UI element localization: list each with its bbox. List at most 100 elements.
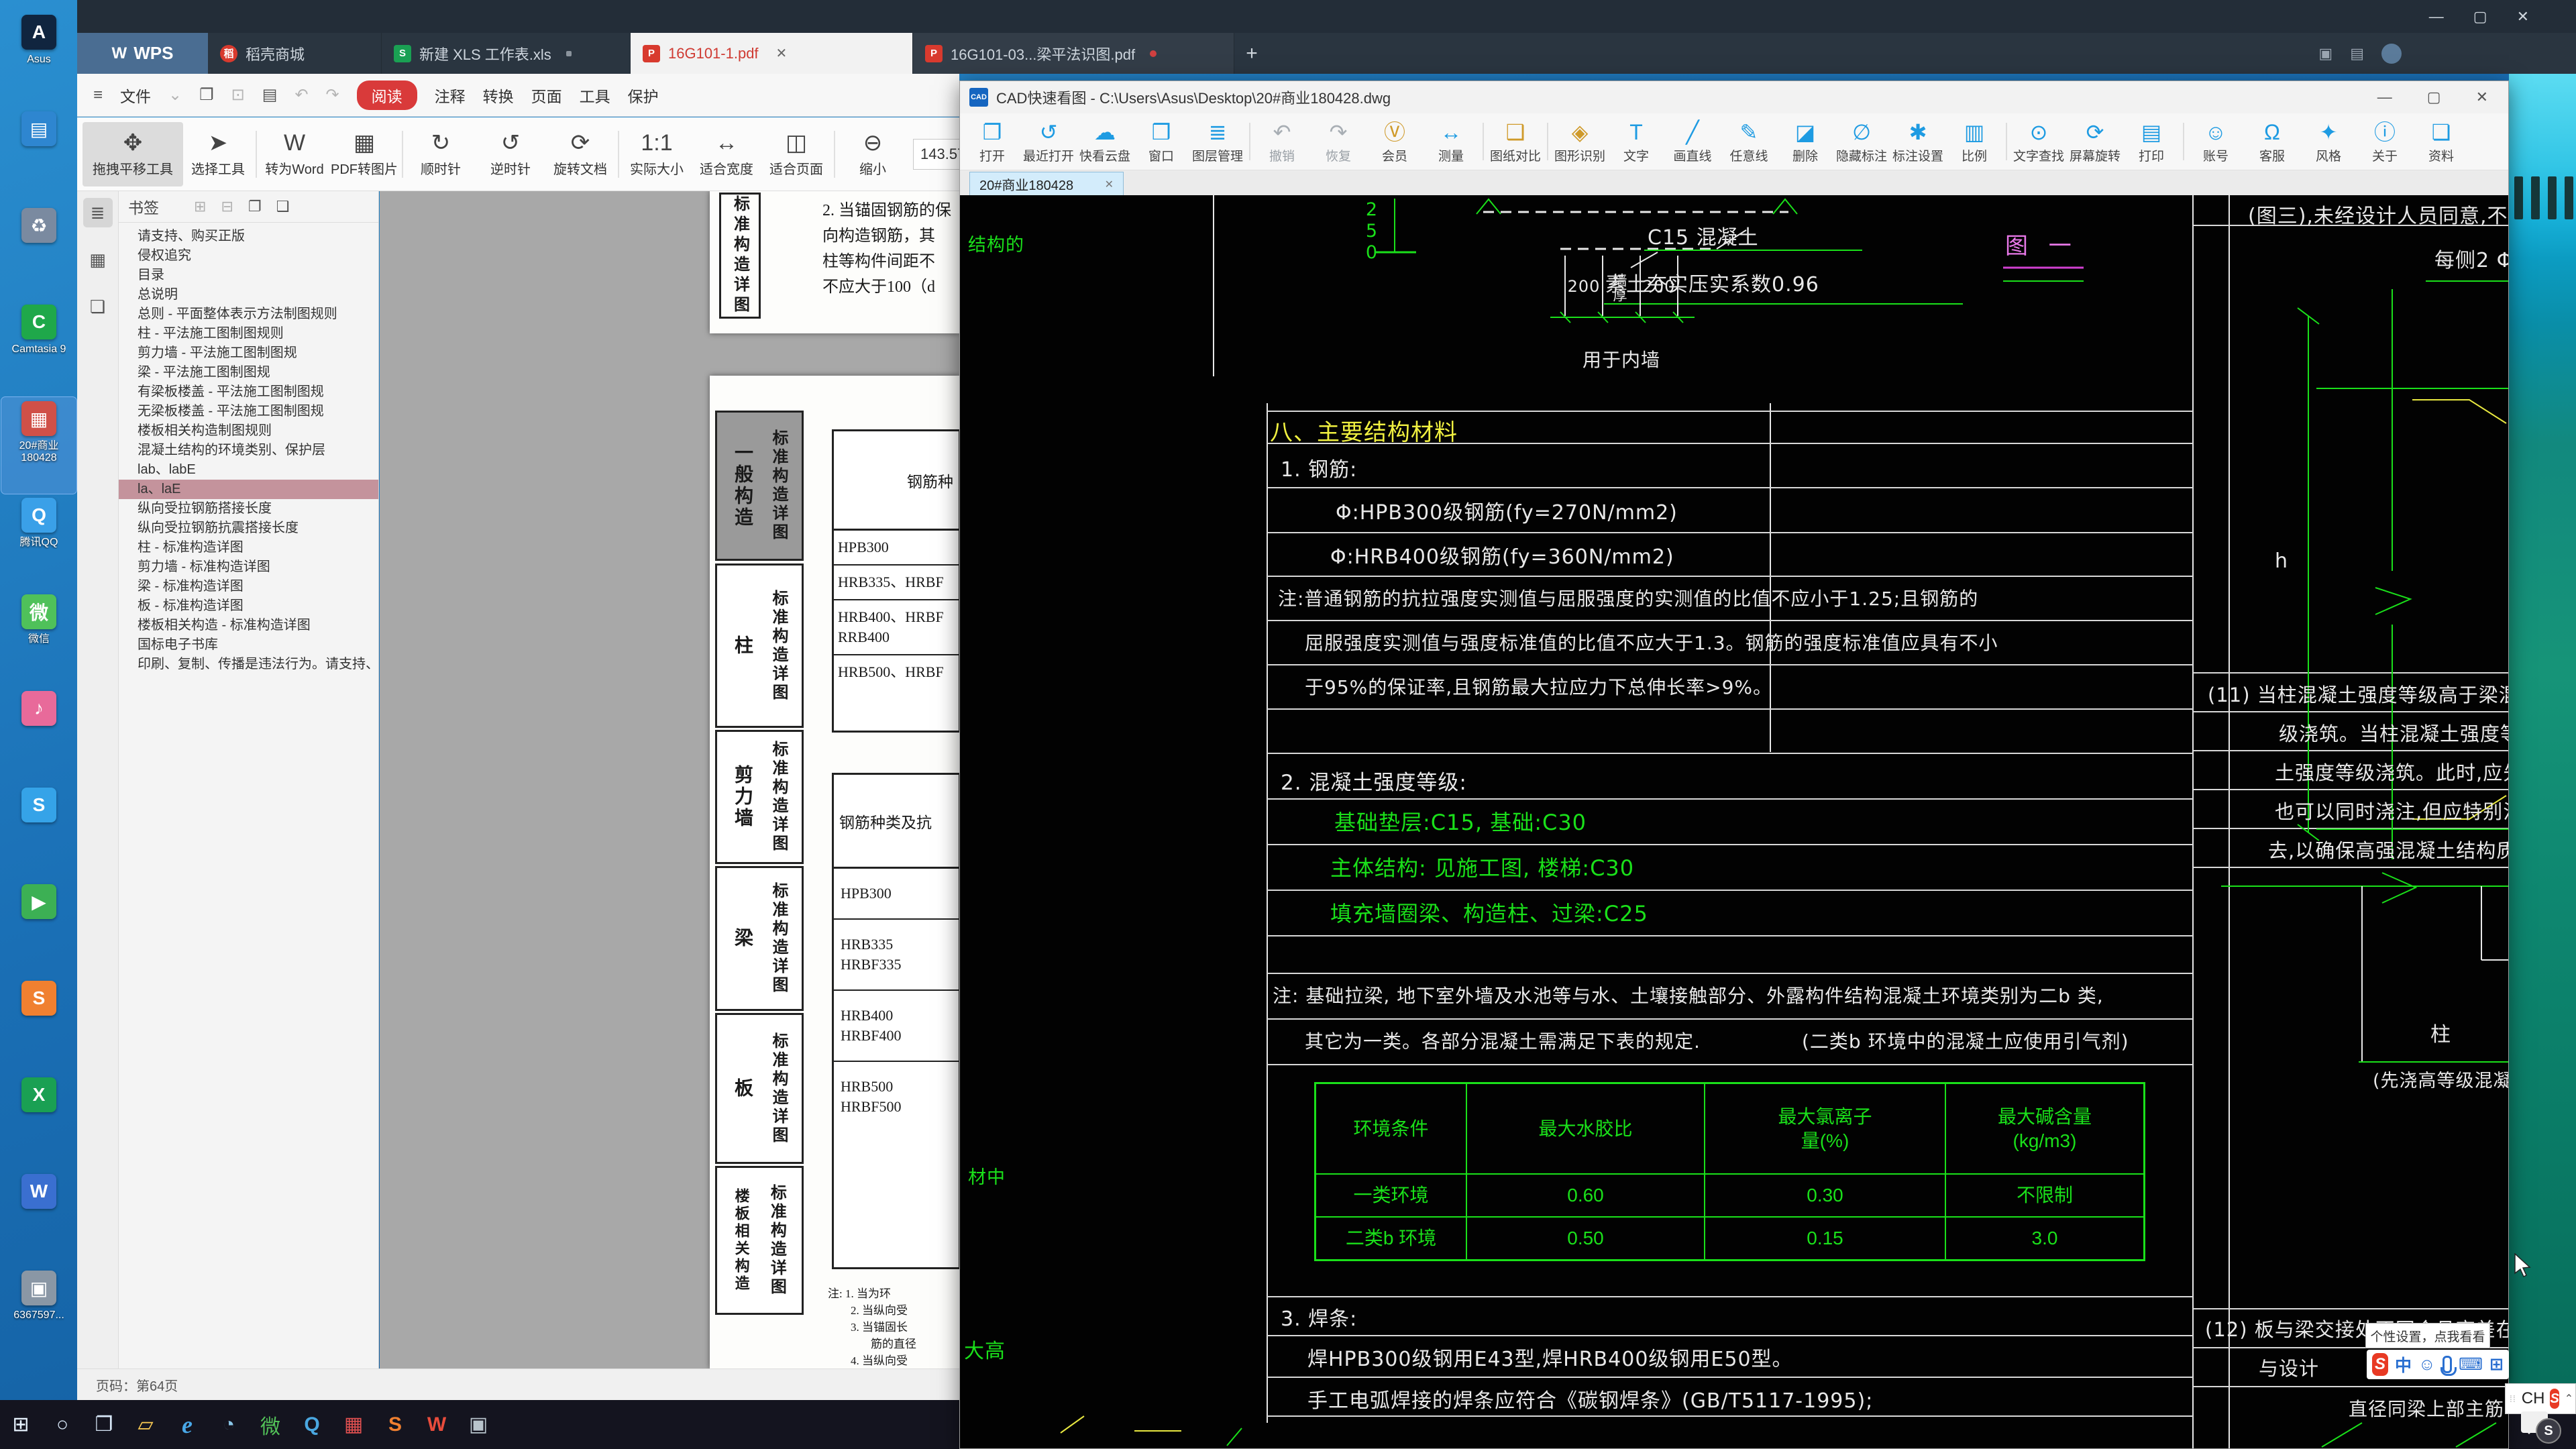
taskbar-icon[interactable]: ◔ [208,1400,250,1449]
taskbar-icon[interactable]: 微 [250,1400,291,1449]
tab-xls[interactable]: S 新建 XLS 工作表.xls [382,33,631,74]
doc-tab-close-icon[interactable]: ✕ [1105,178,1114,191]
save-icon[interactable]: ⊡ [231,85,245,105]
close-icon[interactable]: ✕ [2476,89,2488,106]
desktop-icon[interactable]: ▶ [1,880,76,977]
toolbar-button[interactable] [256,131,257,178]
thumbnails-icon[interactable]: ▦ [83,245,113,274]
cad-toolbar-button[interactable]: ✱ 标注设置 [1890,119,1946,164]
cad-toolbar-button[interactable]: ↷ 恢复 [1310,119,1366,164]
cad-doc-tab[interactable]: 20#商业180428 ✕ [969,172,1124,196]
bookmark-item[interactable]: 柱 - 平法施工图制图规则 [119,324,378,343]
bookmark-item[interactable]: 总则 - 平面整体表示方法制图规则 [119,305,378,324]
cad-title-bar[interactable]: CAD CAD快速看图 - C:\Users\Asus\Desktop\20#商… [960,81,2508,113]
desktop-icon[interactable]: 微 微信 [1,590,76,687]
toolbar-button[interactable]: W 转为Word [260,130,329,178]
caret-icon[interactable]: ⌃ [2565,1392,2573,1405]
language-tray-popup[interactable]: ⁞⁞ CH S ⌃ [2505,1383,2576,1414]
cad-toolbar-button[interactable]: ⊙ 文字查找 [2010,119,2067,164]
taskbar-icon[interactable]: e [166,1400,208,1449]
keyboard-icon[interactable]: ⌨ [2459,1354,2483,1375]
add-bookmark-icon[interactable]: ❐ [248,198,262,215]
bookmark-item[interactable]: 请支持、购买正版 [119,227,378,246]
cad-toolbar-button[interactable]: ↔ 测量 [1423,119,1479,164]
cad-toolbar-button[interactable]: ❐ 打开 [964,119,1020,164]
taskbar-icon[interactable]: ▱ [125,1400,166,1449]
bookmark-item[interactable]: 无梁板楼盖 - 平法施工图制图规 [119,402,378,421]
bookmark-item[interactable]: 楼板相关构造 - 标准构造详图 [119,616,378,635]
redo-icon[interactable]: ↷ [326,85,339,105]
maximize-icon[interactable]: ▢ [2473,8,2487,25]
cad-toolbar-button[interactable]: Ⓥ 会员 [1366,119,1423,164]
menu-item[interactable]: 工具 [580,84,610,107]
bookmark-item[interactable]: 梁 - 标准构造详图 [119,577,378,596]
taskbar-icon[interactable]: ❐ [83,1400,125,1449]
taskbar-icon[interactable]: ○ [42,1400,83,1449]
toolbar-button[interactable]: ◫ 适合页面 [761,130,831,178]
cad-toolbar-button[interactable]: T 文字 [1608,119,1664,164]
toolbar-button[interactable]: ⟳ 旋转文档 [545,130,615,178]
desktop-icon[interactable]: ▣ 6367597... [1,1267,76,1363]
cad-toolbar-button[interactable]: ◪ 删除 [1777,119,1833,164]
language-indicator[interactable]: CH [2522,1389,2545,1408]
toolbar-button[interactable] [834,131,835,178]
bookmark-item[interactable]: 有梁板楼盖 - 平法施工图制图规 [119,382,378,402]
cad-toolbar-button[interactable]: ✦ 风格 [2300,119,2357,164]
avatar[interactable] [2381,44,2402,64]
toolbar-button[interactable] [618,131,619,178]
menu-item[interactable]: 转换 [483,84,514,107]
export-icon[interactable]: ❏ [83,292,113,321]
toolbar-button[interactable]: ↺ 逆时针 [476,130,545,178]
bookmark-item[interactable]: 剪力墙 - 平法施工图制图规 [119,343,378,363]
taskbar-icon[interactable]: S [374,1400,416,1449]
toolbar-button[interactable]: 1:1 实际大小 [622,130,692,178]
toolbar-button[interactable]: ↻ 顺时针 [406,130,476,178]
bookmark-item[interactable]: 目录 [119,266,378,285]
pdf-view-area[interactable]: 标准构造详图 2. 当锚固钢筋的保向构造钢筋，其柱等构件间距不不应大于100（d… [380,191,959,1368]
desktop-icon[interactable]: ▦ 20#商业180428 [1,397,76,494]
menu-read-active[interactable]: 阅读 [357,80,417,110]
taskbar-icon[interactable]: ⊞ [0,1400,42,1449]
toolbar-button[interactable]: ⊖ 缩小 [838,130,908,178]
bookmark-item[interactable]: 国标电子书库 [119,635,378,655]
desktop-icon[interactable]: C Camtasia 9 [1,301,76,397]
bookmark-item[interactable]: 混凝土结构的环境类别、保护层 [119,441,378,460]
cad-canvas[interactable]: 结构的 材中 大高 250 C15 混凝土 素土夯实压实系数0.96 200 墙… [960,195,2508,1448]
cad-toolbar-button[interactable]: ↺ 最近打开 [1020,119,1077,164]
menu-file[interactable]: 文件 [120,84,151,107]
zoom-level-box[interactable]: 143.57% ▾ [913,139,959,170]
desktop-icon[interactable]: ▤ [1,107,76,204]
bookmark-item[interactable]: 剪力墙 - 标准构造详图 [119,557,378,577]
bookmark-item[interactable]: 侵权追究 [119,246,378,266]
cad-toolbar-button[interactable] [1249,123,1250,160]
cad-toolbar-button[interactable]: ≣ 图层管理 [1189,119,1246,164]
voice-input-icon[interactable] [2443,1356,2452,1373]
maximize-icon[interactable]: ▢ [2427,89,2441,106]
desktop-icon[interactable]: S [1,977,76,1073]
cad-toolbar-button[interactable]: ☺ 账号 [2188,119,2244,164]
print-icon[interactable]: ▤ [262,85,278,105]
menu-item[interactable]: 保护 [628,84,659,107]
desktop-icon[interactable]: S [1,784,76,880]
toolbar-button[interactable]: ↔ 适合宽度 [692,130,761,178]
bookmark-item[interactable]: 楼板相关构造制图规则 [119,421,378,441]
cad-toolbar-button[interactable]: ◈ 图形识别 [1552,119,1608,164]
cad-toolbar-button[interactable]: ▤ 打印 [2123,119,2180,164]
chinese-mode-icon[interactable]: 中 [2395,1352,2412,1377]
cad-toolbar-button[interactable]: ↶ 撤销 [1254,119,1310,164]
message-icon[interactable]: ▤ [2350,45,2364,62]
sogou-logo-icon[interactable]: S [2372,1353,2388,1376]
menu-item[interactable]: 页面 [531,84,562,107]
cad-toolbar-button[interactable]: Ω 客服 [2244,119,2300,164]
new-tab-button[interactable]: + [1234,33,1269,74]
cad-toolbar-button[interactable]: ╱ 画直线 [1664,119,1721,164]
toolbar-button[interactable]: ▦ PDF转图片 [329,130,399,178]
cad-toolbar-button[interactable]: ☁ 快看云盘 [1077,119,1133,164]
wps-home-button[interactable]: W WPS [77,33,208,74]
sogou-tray-icon[interactable]: S [2550,1389,2559,1409]
minimize-icon[interactable]: — [2377,89,2392,106]
bookmark-item[interactable]: 板 - 标准构造详图 [119,596,378,616]
toolbar-button[interactable]: ✥ 拖拽平移工具 [83,122,183,186]
taskbar-icon[interactable]: W [416,1400,458,1449]
desktop-icon[interactable]: Q 腾讯QQ [1,494,76,590]
